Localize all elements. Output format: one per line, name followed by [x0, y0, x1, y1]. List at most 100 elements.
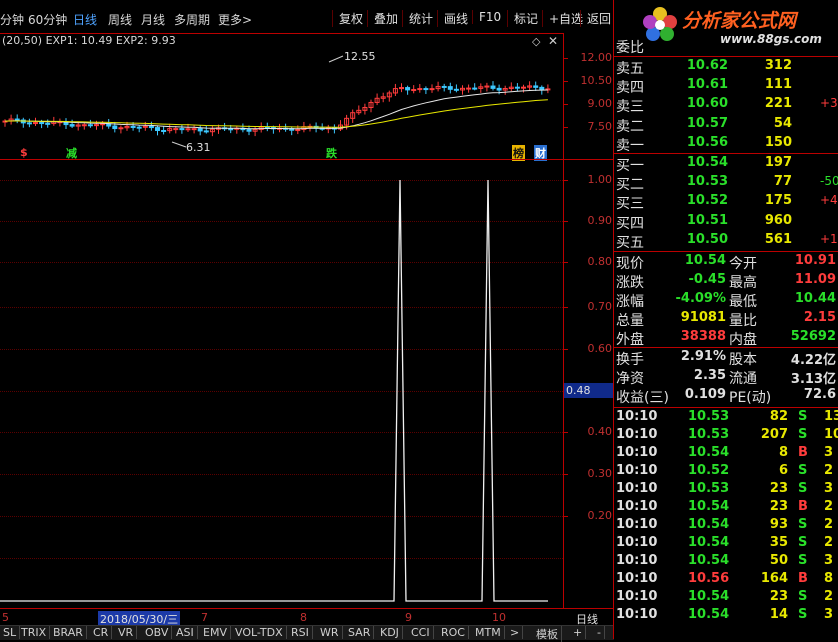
tick-side: S	[798, 463, 808, 478]
tick-count: 13	[824, 409, 838, 424]
candle-body	[429, 88, 435, 91]
ask-row[interactable]: 卖四 10.61 111	[614, 77, 838, 96]
bid-row[interactable]: 买二 10.53 77 -50	[614, 174, 838, 193]
bid-price: 10.53	[686, 174, 728, 190]
period-multi[interactable]: 多周期	[174, 11, 210, 28]
tick-side: S	[798, 589, 808, 604]
tab-mtm[interactable]: MTM	[472, 626, 505, 639]
tick-price: 10.54	[688, 607, 730, 622]
ask-volume: 54	[773, 115, 792, 131]
tab-rsi[interactable]: RSI	[288, 626, 313, 639]
bid-row[interactable]: 买五 10.50 561 +10	[614, 232, 838, 251]
candle-body	[417, 88, 423, 91]
f10-button[interactable]: F10	[472, 10, 501, 24]
bid-volume: 960	[764, 212, 792, 228]
template-button[interactable]: 模板	[533, 626, 562, 642]
tick-count: 3	[824, 607, 834, 622]
tab-brar[interactable]: BRAR	[50, 626, 87, 639]
candle-body	[148, 125, 154, 129]
period-monthly[interactable]: 月线	[141, 11, 165, 28]
candle-body	[179, 128, 185, 131]
stat-label: 今开	[729, 256, 757, 272]
bid-row[interactable]: 买四 10.51 960	[614, 212, 838, 232]
overlay-button[interactable]: 叠加	[367, 10, 398, 27]
tab-vol-tdx[interactable]: VOL-TDX	[232, 626, 287, 639]
tab-kdj[interactable]: KDJ	[377, 626, 403, 639]
stat-label: 涨幅	[616, 294, 644, 310]
bid-row[interactable]: 买一 10.54 197	[614, 155, 838, 174]
tab-more-arrow[interactable]: >	[507, 626, 524, 639]
site-logo: 分析家公式网 www.88gs.com	[640, 0, 838, 50]
tab-sar[interactable]: SAR	[345, 626, 375, 639]
zoom-out-button[interactable]: -	[594, 626, 605, 639]
indicator-chart[interactable]	[0, 160, 563, 608]
tick-volume: 23	[769, 499, 788, 514]
trade-tick-row: 10:10 10.56 164 B 8	[614, 571, 838, 589]
candle-body	[246, 129, 252, 132]
tick-volume: 8	[778, 445, 788, 460]
tab-emv[interactable]: EMV	[200, 626, 231, 639]
period-60min[interactable]: 60分钟	[28, 11, 67, 28]
candle-body	[472, 87, 478, 90]
quote-panel: 委比 卖五 10.62 312 卖四 10.61 111 卖三 10.60 221 +3 卖二 10.…	[614, 0, 838, 639]
indicator-tick-label: 0.70	[587, 300, 613, 313]
ask-price: 10.61	[686, 77, 728, 93]
ask-row[interactable]: 卖五 10.62 312	[614, 58, 838, 77]
price-tick-label: 9.00	[587, 97, 613, 110]
period-toolbar: 分钟 60分钟 日线 周线 月线 多周期 更多> 复权 叠加 统计 画线 F10…	[0, 0, 614, 33]
indicator-tick-label: 1.00	[587, 173, 613, 186]
tab-roc[interactable]: ROC	[438, 626, 469, 639]
period-more[interactable]: 更多>	[218, 11, 252, 28]
mark-button[interactable]: 标记	[507, 10, 538, 27]
stat-value: -0.45	[688, 272, 726, 287]
period-minute[interactable]: 分钟	[0, 11, 24, 28]
add-favorite-button[interactable]: +自选	[542, 10, 583, 27]
tick-side: S	[798, 481, 808, 496]
price-tick-label: 7.50	[587, 120, 613, 133]
tick-side: B	[798, 499, 808, 514]
back-button[interactable]: 返回	[580, 10, 611, 27]
indicator-tick-label: 0.30	[587, 467, 613, 480]
tick-time: 10:10	[616, 607, 658, 622]
stats-button[interactable]: 统计	[402, 10, 433, 27]
zoom-in-button[interactable]: +	[570, 626, 587, 639]
candle-body	[521, 86, 526, 89]
date-label: 10	[492, 611, 506, 624]
tab-trix[interactable]: TRIX	[18, 626, 51, 639]
bid-change: +4	[820, 193, 838, 208]
tab-cci[interactable]: CCI	[408, 626, 434, 639]
bid-volume: 175	[764, 193, 792, 209]
ask-row[interactable]: 卖三 10.60 221 +3	[614, 96, 838, 115]
stat-label: 净资	[616, 371, 644, 387]
tick-count: 2	[824, 517, 834, 532]
tab-wr[interactable]: WR	[317, 626, 343, 639]
draw-button[interactable]: 画线	[437, 10, 468, 27]
ask-row[interactable]: 卖一 10.56 150	[614, 135, 838, 154]
event-marker-dollar[interactable]: $	[20, 146, 28, 159]
candle-body	[447, 86, 453, 90]
candle-body	[411, 89, 417, 92]
stat-label: 外盘	[616, 332, 644, 348]
ask-change: +3	[820, 96, 838, 111]
tab-obv[interactable]: OBV	[142, 626, 173, 639]
tick-side: S	[798, 553, 808, 568]
adjust-button[interactable]: 复权	[332, 10, 363, 27]
tab-asi[interactable]: ASI	[173, 626, 198, 639]
tick-price: 10.54	[688, 589, 730, 604]
tick-price: 10.54	[688, 535, 730, 550]
ask-row[interactable]: 卖二 10.57 54	[614, 115, 838, 135]
period-daily[interactable]: 日线	[73, 11, 97, 28]
trade-tick-row: 10:10 10.54 8 B 3	[614, 445, 838, 463]
tab-vr[interactable]: VR	[115, 626, 138, 639]
tick-volume: 23	[769, 589, 788, 604]
price-chart[interactable]: (20,50) EXP1: 10.49 EXP2: 9.93 ◇ ✕ 12.55…	[0, 33, 563, 161]
candle-body	[191, 128, 197, 131]
candle-body	[203, 130, 209, 133]
tab-cr[interactable]: CR	[90, 626, 113, 639]
tick-time: 10:10	[616, 445, 658, 460]
bid-row[interactable]: 买三 10.52 175 +4	[614, 193, 838, 212]
trade-tick-row: 10:10 10.52 6 S 2	[614, 463, 838, 481]
tick-volume: 207	[760, 427, 788, 442]
period-weekly[interactable]: 周线	[108, 11, 132, 28]
indicator-tick-label: 0.20	[587, 509, 613, 522]
